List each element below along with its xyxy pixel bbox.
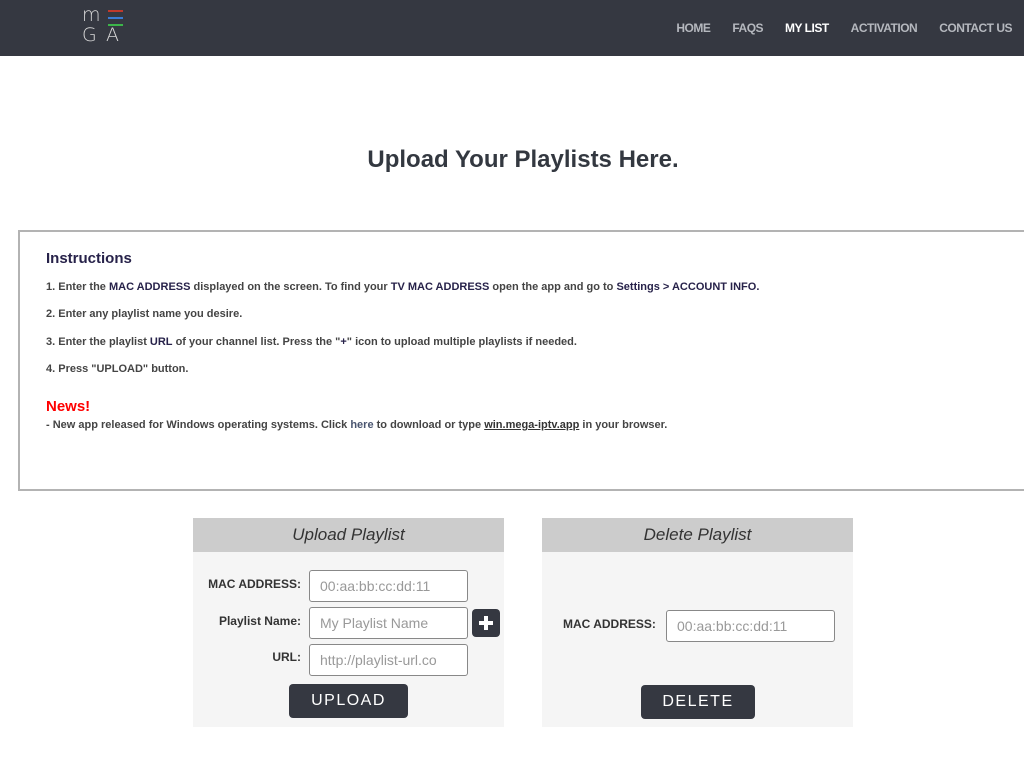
news-text-part: - New app released for Windows operating…	[46, 419, 351, 431]
logo-blue-bar	[108, 17, 123, 19]
top-navbar: m G A HOME FAQS MY LIST ACTIVATION CONTA…	[0, 0, 1024, 56]
news-title: News!	[46, 398, 91, 415]
page-title: Upload Your Playlists Here.	[367, 146, 679, 173]
instruction-step-2: 2. Enter any playlist name you desire.	[46, 308, 243, 320]
logo-letter-g: G	[82, 24, 97, 46]
step-text: 3. Enter the playlist	[46, 336, 150, 348]
step-text: 1. Enter the	[46, 281, 109, 293]
step-emphasis: URL	[149, 336, 173, 348]
upload-panel-title: Upload Playlist	[193, 518, 504, 552]
delete-mac-address-input[interactable]: 00:aa:bb:cc:dd:11	[666, 610, 835, 642]
instruction-step-4: 4. Press "UPLOAD" button.	[46, 363, 189, 375]
windows-app-url-link[interactable]: win.mega-iptv.app	[484, 419, 579, 431]
step-text: open the app and go to	[489, 281, 617, 293]
main-nav: HOME FAQS MY LIST ACTIVATION CONTACT US	[654, 0, 1012, 56]
step-text: of your channel list. Press the "	[172, 336, 341, 348]
step-emphasis: Settings > ACCOUNT INFO.	[616, 281, 760, 293]
instruction-step-1: 1. Enter the MAC ADDRESS displayed on th…	[46, 281, 759, 293]
step-text: " icon to upload multiple playlists if n…	[346, 336, 577, 348]
logo-letter-a: A	[106, 24, 119, 46]
nav-contact-us[interactable]: CONTACT US	[939, 21, 1012, 35]
instruction-step-3: 3. Enter the playlist URL of your channe…	[46, 336, 577, 348]
upload-button[interactable]: UPLOAD	[289, 684, 408, 718]
url-label: URL:	[272, 650, 301, 664]
download-here-link[interactable]: here	[350, 419, 373, 431]
add-playlist-plus-icon[interactable]	[472, 609, 500, 637]
delete-button[interactable]: DELETE	[641, 685, 755, 719]
delete-playlist-panel: Delete Playlist MAC ADDRESS: 00:aa:bb:cc…	[542, 518, 853, 727]
nav-activation[interactable]: ACTIVATION	[851, 21, 918, 35]
logo-letter-m: m	[82, 4, 101, 26]
step-text: displayed on the screen. To find your	[190, 281, 391, 293]
delete-panel-title: Delete Playlist	[542, 518, 853, 552]
upload-mac-label: MAC ADDRESS:	[208, 577, 301, 591]
playlist-url-input[interactable]: http://playlist-url.co	[309, 644, 468, 676]
news-text-part: to download or type	[373, 419, 485, 431]
upload-mac-address-input[interactable]: 00:aa:bb:cc:dd:11	[309, 570, 468, 602]
instructions-title: Instructions	[46, 250, 132, 267]
news-text: - New app released for Windows operating…	[46, 419, 667, 431]
delete-mac-label: MAC ADDRESS:	[563, 617, 656, 631]
step-emphasis: TV MAC ADDRESS	[390, 281, 490, 293]
nav-my-list[interactable]: MY LIST	[785, 21, 829, 35]
news-text-part: in your browser.	[579, 419, 668, 431]
playlist-name-input[interactable]: My Playlist Name	[309, 607, 468, 639]
logo-red-bar	[108, 10, 123, 12]
mega-logo[interactable]: m G A	[80, 6, 126, 48]
upload-playlist-panel: Upload Playlist MAC ADDRESS: 00:aa:bb:cc…	[193, 518, 504, 727]
instructions-box: Instructions 1. Enter the MAC ADDRESS di…	[18, 230, 1024, 491]
nav-faqs[interactable]: FAQS	[732, 21, 763, 35]
nav-home[interactable]: HOME	[676, 21, 711, 35]
playlist-name-label: Playlist Name:	[218, 614, 301, 628]
step-emphasis: MAC ADDRESS	[108, 281, 191, 293]
